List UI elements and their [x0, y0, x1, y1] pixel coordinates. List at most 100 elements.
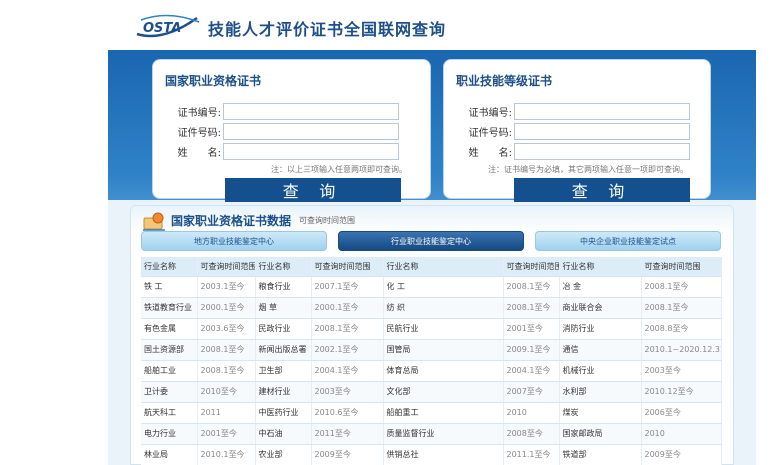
industry-name-cell: 质量监督行业	[383, 423, 504, 445]
industry-name-cell: 林业局	[141, 444, 198, 465]
column-header: 可查询时间范围	[641, 257, 722, 277]
time-range-cell: 2006至今	[641, 402, 722, 424]
industry-name-cell: 文化部	[383, 381, 504, 403]
cert-number-row: 证书编号:	[165, 103, 399, 120]
time-range-cell: 2003至今	[311, 381, 384, 403]
id-number-row: 证件号码:	[456, 123, 690, 140]
time-range-cell: 2003.1至今	[197, 276, 256, 298]
national-qualification-panel: 国家职业资格证书 证书编号: 证件号码: 姓 名: 注：以上三项输入任意两项即可…	[152, 59, 431, 202]
table-row: 卫计委 2010至今 建材行业 2003至今 文化部 2007至今 水利部 2010.12至今	[141, 381, 722, 403]
time-range-cell: 2008.1至今	[311, 318, 384, 340]
cert-number-row: 证书编号:	[456, 103, 690, 120]
skill-level-panel: 职业技能等级证书 证书编号: 证件号码: 姓 名: 注：证书编号为必填，其它两项…	[443, 59, 711, 202]
tab-local-centers[interactable]: 地方职业技能鉴定中心	[141, 231, 327, 251]
industry-name-cell: 体育总局	[383, 360, 504, 382]
column-header: 行业名称	[383, 257, 504, 277]
time-range-cell: 2000.1至今	[311, 297, 384, 319]
name-input[interactable]	[223, 143, 399, 160]
industry-name-cell: 卫计委	[141, 381, 198, 403]
time-range-cell: 2004.1至今	[503, 360, 560, 382]
name-label: 姓 名:	[468, 148, 512, 159]
tab-industry-centers[interactable]: 行业职业技能鉴定中心	[338, 231, 524, 251]
time-range-cell: 2003.6至今	[197, 318, 256, 340]
table-row: 电力行业 2001至今 中石油 2011至今 质量监督行业 2008至今 国家邮政局 2010	[141, 423, 722, 445]
name-input[interactable]	[514, 143, 690, 160]
site-title: 技能人才评价证书全国联网查询	[208, 20, 447, 39]
industry-name-cell: 船舶工业	[141, 360, 198, 382]
industry-name-cell: 民政行业	[255, 318, 312, 340]
query-button[interactable]: 查 询	[225, 178, 401, 202]
query-button[interactable]: 查 询	[514, 178, 690, 202]
time-range-cell: 2011	[197, 402, 256, 424]
industry-name-cell: 国土资源部	[141, 339, 198, 361]
time-range-cell: 2008.1至今	[503, 276, 560, 298]
panel-title: 国家职业资格证书	[165, 74, 262, 88]
time-range-cell: 2003至今	[641, 360, 722, 382]
industry-name-cell: 国管局	[383, 339, 504, 361]
cert-number-label: 证书编号:	[468, 108, 512, 119]
industry-name-cell: 消防行业	[559, 318, 642, 340]
industry-name-cell: 铁 工	[141, 276, 198, 298]
industry-name-cell: 铁道教育行业	[141, 297, 198, 319]
table-row: 国土资源部 2008.1至今 新闻出版总署 2002.1至今 国管局 2009.1至今 通信…	[141, 339, 722, 361]
industry-name-cell: 煤炭	[559, 402, 642, 424]
industry-name-cell: 中石油	[255, 423, 312, 445]
table-row: 林业局 2010.1至今 农业部 2009至今 供销总社 2011.1至今 铁道部 2009至…	[141, 444, 722, 465]
osta-logo: OSTA	[136, 14, 200, 38]
svg-text:OSTA: OSTA	[143, 21, 181, 36]
column-header: 行业名称	[559, 257, 642, 277]
id-number-label: 证件号码:	[468, 128, 512, 139]
table-row: 有色金属 2003.6至今 民政行业 2008.1至今 民航行业 2001至今 消防行业 20…	[141, 318, 722, 340]
time-range-cell: 2008.1至今	[503, 297, 560, 319]
time-range-cell: 2010.12至今	[641, 381, 722, 403]
query-note: 注：证书编号为必填，其它两项输入任意一项即可查询。	[488, 165, 688, 174]
industry-name-cell: 新闻出版总署	[255, 339, 312, 361]
column-header: 可查询时间范围	[311, 257, 384, 277]
column-header: 可查询时间范围	[197, 257, 256, 277]
tab-central-enterprises[interactable]: 中央企业职业技能鉴定试点	[535, 231, 721, 251]
time-range-cell: 2010至今	[197, 381, 256, 403]
industry-name-cell: 供销总社	[383, 444, 504, 465]
time-range-cell: 2002.1至今	[311, 339, 384, 361]
column-header: 行业名称	[255, 257, 312, 277]
time-range-cell: 2004.1至今	[311, 360, 384, 382]
data-section-header: 国家职业资格证书数据 可查询时间范围	[131, 206, 733, 234]
industry-name-cell: 建材行业	[255, 381, 312, 403]
industry-name-cell: 纺 织	[383, 297, 504, 319]
time-range-cell: 2007.1至今	[311, 276, 384, 298]
table-row: 船舶工业 2008.1至今 卫生部 2004.1至今 体育总局 2004.1至今 机械行业 2…	[141, 360, 722, 382]
industry-name-cell: 卫生部	[255, 360, 312, 382]
id-number-input[interactable]	[514, 123, 690, 140]
time-range-cell: 2008.1至今	[197, 360, 256, 382]
query-note: 注：以上三项输入任意两项即可查询。	[271, 165, 407, 174]
time-range-cell: 2009.1至今	[503, 339, 560, 361]
id-number-input[interactable]	[223, 123, 399, 140]
industry-name-cell: 航天科工	[141, 402, 198, 424]
cert-number-input[interactable]	[223, 103, 399, 120]
page: OSTA 技能人才评价证书全国联网查询 国家职业资格证书 证书编号: 证件号码:…	[0, 0, 780, 465]
industry-name-cell: 有色金属	[141, 318, 198, 340]
time-range-cell: 2008.1至今	[197, 339, 256, 361]
industry-name-cell: 商业联合会	[559, 297, 642, 319]
time-range-cell: 2010	[641, 423, 722, 445]
table-row: 铁 工 2003.1至今 粮食行业 2007.1至今化 工 2008.1至今冶 金 200…	[141, 276, 722, 298]
time-range-cell: 2000.1至今	[197, 297, 256, 319]
panel-title: 职业技能等级证书	[456, 74, 553, 88]
name-row: 姓 名:	[456, 143, 690, 160]
time-range-cell: 2008.1至今	[641, 297, 722, 319]
table-row: 航天科工 2011 中医药行业 2010.6至今 船舶重工 2010 煤炭 2006至今	[141, 402, 722, 424]
id-number-label: 证件号码:	[177, 128, 221, 139]
industry-name-cell: 铁道部	[559, 444, 642, 465]
time-range-cell: 2007至今	[503, 381, 560, 403]
name-label: 姓 名:	[177, 148, 221, 159]
table-header-row: 行业名称 可查询时间范围 行业名称 可查询时间范围 行业名称 可查询时间范围 行…	[141, 257, 722, 277]
time-range-cell: 2011.1至今	[503, 444, 560, 465]
certificate-icon	[143, 212, 165, 231]
cert-number-input[interactable]	[514, 103, 690, 120]
id-number-row: 证件号码:	[165, 123, 399, 140]
header: OSTA 技能人才评价证书全国联网查询	[0, 0, 780, 50]
time-range-cell: 2008.1至今	[641, 276, 722, 298]
time-range-cell: 2011至今	[311, 423, 384, 445]
query-banner: 国家职业资格证书 证书编号: 证件号码: 姓 名: 注：以上三项输入任意两项即可…	[108, 50, 756, 465]
time-range-cell: 2009至今	[641, 444, 722, 465]
